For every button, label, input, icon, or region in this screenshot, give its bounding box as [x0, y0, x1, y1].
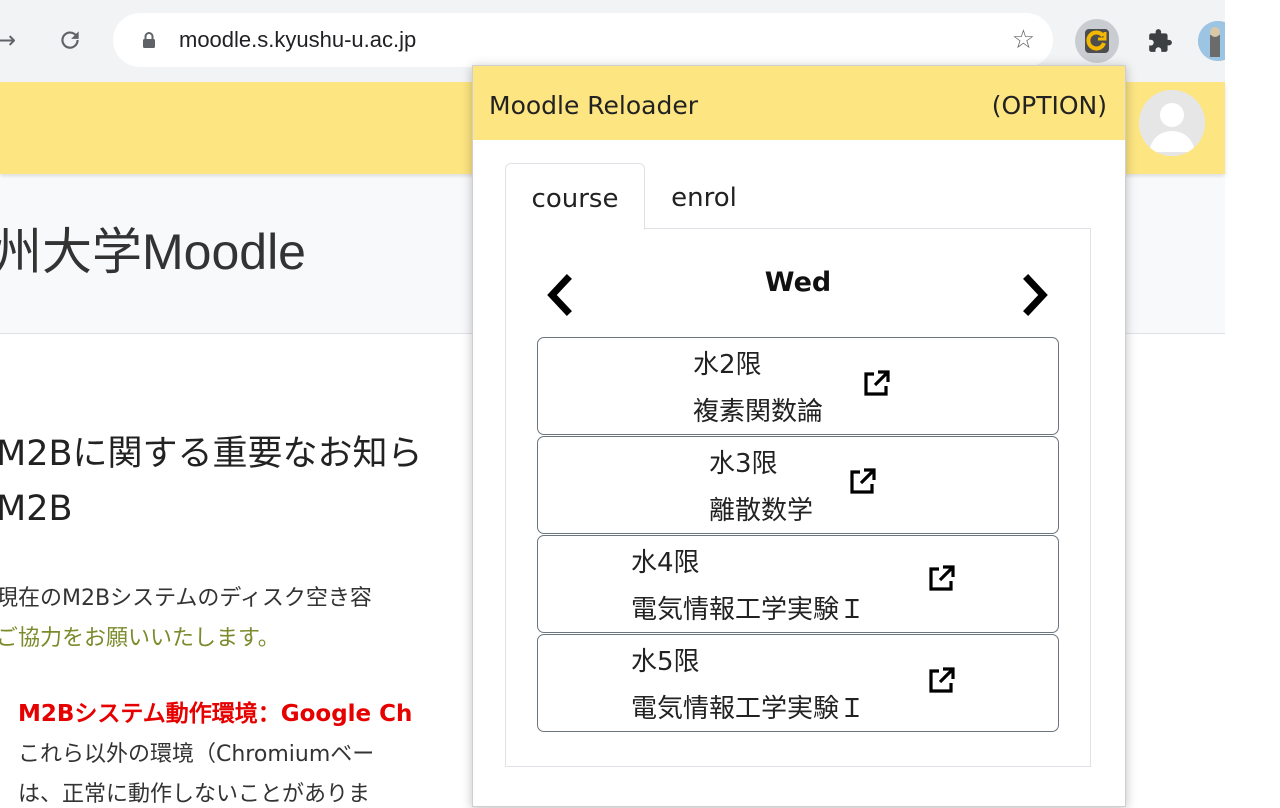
external-link-icon: [864, 370, 890, 396]
news-paragraph: 現在のM2Bシステムのディスク空き容: [0, 586, 372, 611]
course-card[interactable]: 水2限 複素関数論: [537, 337, 1059, 435]
course-name: 離散数学: [709, 496, 814, 526]
user-avatar[interactable]: [1139, 90, 1205, 156]
external-link-icon: [929, 667, 955, 693]
popup-title: Moodle Reloader: [489, 91, 699, 120]
course-tab-panel: Wed 水2限 複素関数論 水3限 離散数学 水4限 電気情報工学実験Ｉ 水5限…: [505, 228, 1091, 767]
course-card[interactable]: 水4限 電気情報工学実験Ｉ: [537, 535, 1059, 633]
site-title-en: Moodle: [142, 224, 306, 280]
course-period: 水4限: [631, 548, 700, 578]
course-period: 水3限: [709, 449, 778, 479]
environment-text: これら以外の環境（Chromiumベー: [18, 742, 375, 767]
popup-header: Moodle Reloader (OPTION): [473, 66, 1125, 140]
course-name: 電気情報工学実験Ｉ: [631, 694, 866, 724]
course-card[interactable]: 水5限 電気情報工学実験Ｉ: [537, 634, 1059, 732]
reload-glyph-icon: [61, 31, 79, 49]
system-environment-heading: M2Bシステム動作環境：Google Ch: [18, 701, 413, 727]
course-period: 水5限: [631, 647, 700, 677]
reload-icon[interactable]: [52, 22, 88, 58]
bookmark-star-icon[interactable]: ☆: [1012, 25, 1035, 55]
day-label: Wed: [764, 267, 832, 298]
course-name: 複素関数論: [693, 397, 824, 427]
course-name: 電気情報工学実験Ｉ: [631, 595, 866, 625]
puzzle-icon: [1149, 29, 1172, 52]
site-title: 州大学Moodle: [0, 212, 306, 284]
course-card[interactable]: 水3限 離散数学: [537, 436, 1059, 534]
next-day-chevron-icon[interactable]: [1019, 273, 1053, 317]
news-paragraph-note: ご協力をお願いいたします。: [0, 626, 280, 651]
reloader-logo-icon: [1085, 29, 1109, 53]
moodle-reloader-popup: Moodle Reloader (OPTION) course enrol We…: [472, 65, 1126, 807]
news-title: M2Bに関する重要なお知ら: [0, 434, 423, 474]
external-link-icon: [850, 468, 876, 494]
extensions-puzzle-icon[interactable]: [1138, 19, 1182, 63]
external-link-icon: [929, 565, 955, 591]
option-link[interactable]: (OPTION): [992, 66, 1107, 146]
news-subtitle: M2B: [0, 489, 73, 529]
tab-course[interactable]: course: [505, 163, 645, 230]
course-text: 水3限 離散数学: [709, 441, 813, 535]
lock-icon: [143, 32, 155, 48]
environment-text: は、正常に動作しないことがありま: [18, 782, 371, 807]
course-period: 水2限: [693, 350, 762, 380]
address-bar[interactable]: moodle.s.kyushu-u.ac.jp ☆: [113, 13, 1053, 67]
course-text: 水5限 電気情報工学実験Ｉ: [631, 639, 865, 733]
site-title-jp: 州大学: [0, 223, 142, 281]
url-text: moodle.s.kyushu-u.ac.jp: [179, 27, 417, 52]
course-text: 水4限 電気情報工学実験Ｉ: [631, 540, 865, 634]
user-silhouette-icon: [1139, 90, 1205, 156]
window-edge: [1225, 0, 1280, 800]
tab-enrol[interactable]: enrol: [653, 163, 755, 229]
forward-arrow-icon[interactable]: →: [0, 22, 24, 58]
moodle-reloader-extension-button[interactable]: [1075, 19, 1119, 63]
course-text: 水2限 複素関数論: [693, 342, 823, 436]
